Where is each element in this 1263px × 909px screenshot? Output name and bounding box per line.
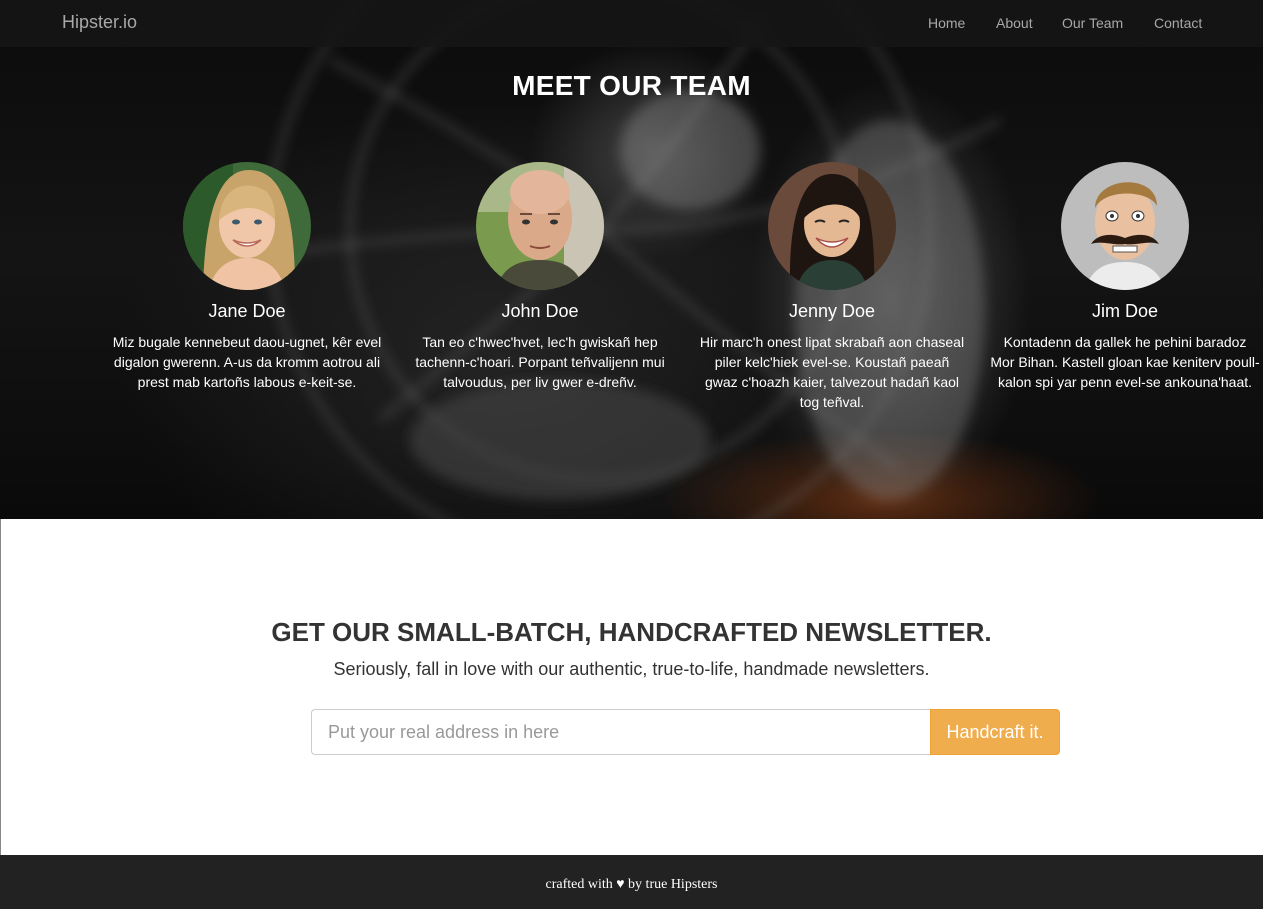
- brand-link[interactable]: Hipster.io: [62, 12, 137, 33]
- avatar: [476, 162, 604, 290]
- navbar: Hipster.io Home About Our Team Contact: [0, 0, 1263, 47]
- email-input[interactable]: [311, 709, 930, 755]
- member-bio: Miz bugale kennebeut daou-ugnet, kêr eve…: [112, 334, 382, 390]
- handcraft-button[interactable]: Handcraft it.: [930, 709, 1060, 755]
- newsletter-subtitle: Seriously, fall in love with our authent…: [333, 659, 930, 679]
- page-edge: [0, 519, 1, 855]
- avatar: [768, 162, 896, 290]
- member-bio: Hir marc'h onest lipat skrabañ aon chase…: [699, 334, 965, 410]
- member-name: Jim Doe: [1091, 301, 1158, 321]
- avatar: [183, 162, 311, 290]
- footer: crafted with ♥ by true Hipsters: [0, 855, 1263, 909]
- team-member-card: John Doe Tan eo c'hwec'hvet, lec'h gwisk…: [405, 162, 675, 392]
- member-bio: Kontadenn da gallek he pehini baradoz Mo…: [990, 334, 1260, 390]
- team-title: MEET OUR TEAM: [512, 70, 751, 101]
- footer-text: crafted with ♥ by true Hipsters: [545, 877, 718, 892]
- newsletter-title: GET OUR SMALL-BATCH, HANDCRAFTED NEWSLET…: [271, 617, 992, 647]
- member-bio: Tan eo c'hwec'hvet, lec'h gwiskañ hep ta…: [415, 334, 665, 390]
- team-member-card: Jenny Doe Hir marc'h onest lipat skrabañ…: [697, 162, 967, 412]
- team-member-card: Jim Doe Kontadenn da gallek he pehini ba…: [990, 162, 1260, 392]
- team-member-card: Jane Doe Miz bugale kennebeut daou-ugnet…: [112, 162, 382, 392]
- nav-link-contact[interactable]: Contact: [1154, 15, 1202, 31]
- member-name: Jenny Doe: [788, 301, 876, 321]
- nav-link-about[interactable]: About: [996, 15, 1033, 31]
- team-section: MEET OUR TEAM Jane Doe Miz bugale kenneb…: [0, 0, 1263, 519]
- nav-link-our-team[interactable]: Our Team: [1062, 15, 1123, 31]
- avatar: [1061, 162, 1189, 290]
- member-name: Jane Doe: [208, 301, 286, 321]
- member-name: John Doe: [501, 301, 579, 321]
- newsletter-form: Handcraft it.: [311, 709, 1060, 755]
- nav-link-home[interactable]: Home: [928, 15, 965, 31]
